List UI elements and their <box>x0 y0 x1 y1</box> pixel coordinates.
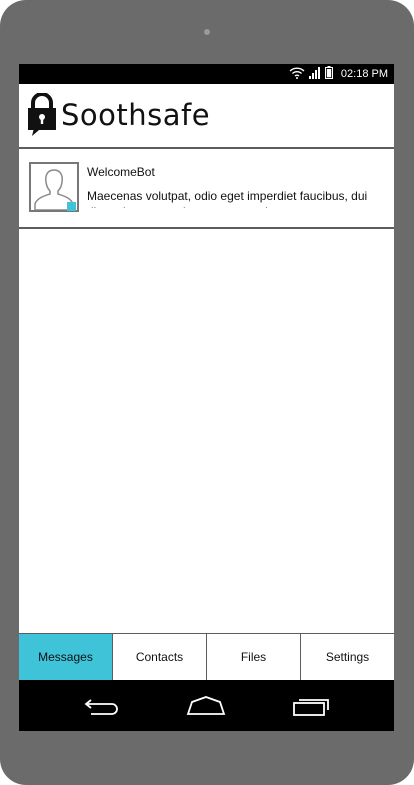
signal-icon <box>308 66 321 82</box>
camera <box>204 29 210 35</box>
recent-apps-icon[interactable] <box>291 692 331 718</box>
device-frame: 02:18 PM Soothsafe WelcomeBot Maecenas v… <box>0 0 414 785</box>
home-icon[interactable] <box>186 692 226 718</box>
back-icon[interactable] <box>83 692 123 718</box>
unread-indicator <box>67 202 76 211</box>
conversation-sender: WelcomeBot <box>87 165 155 179</box>
tab-messages[interactable]: Messages <box>19 634 113 680</box>
lock-icon <box>27 92 57 142</box>
status-bar: 02:18 PM <box>19 64 394 84</box>
status-icons: 02:18 PM <box>289 64 388 84</box>
tab-settings[interactable]: Settings <box>301 634 394 680</box>
system-nav-bar <box>19 680 394 731</box>
status-time: 02:18 PM <box>340 68 388 80</box>
conversation-item[interactable]: WelcomeBot Maecenas volutpat, odio eget … <box>19 149 394 229</box>
screen: 02:18 PM Soothsafe WelcomeBot Maecenas v… <box>19 64 394 731</box>
app-title: Soothsafe <box>61 98 211 132</box>
app-header: Soothsafe <box>19 84 394 149</box>
battery-icon <box>324 66 333 82</box>
conversation-preview: Maecenas volutpat, odio eget imperdiet f… <box>87 189 368 208</box>
tab-files[interactable]: Files <box>207 634 301 680</box>
bottom-tab-bar: Messages Contacts Files Settings <box>19 633 394 680</box>
tab-contacts[interactable]: Contacts <box>113 634 207 680</box>
wifi-icon <box>289 66 305 82</box>
